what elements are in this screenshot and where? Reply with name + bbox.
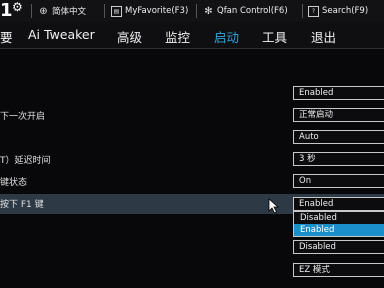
menu-main[interactable]: 要 bbox=[0, 27, 13, 46]
dropdown-menu: Disabled Enabled bbox=[293, 211, 384, 237]
setting-label: T）延迟时间 bbox=[0, 156, 51, 166]
search-button[interactable]: ? Search(F9) bbox=[308, 3, 368, 19]
divider bbox=[31, 4, 32, 18]
dropdown-option-enabled[interactable]: Enabled bbox=[294, 224, 384, 236]
menu-exit[interactable]: 退出 bbox=[311, 27, 336, 46]
setting-value[interactable]: Auto bbox=[293, 130, 384, 144]
setting-value[interactable]: 正常启动 bbox=[293, 108, 384, 122]
menu-monitor[interactable]: 监控 bbox=[165, 27, 190, 46]
qfan-control-button[interactable]: ✻ Qfan Control(F6) bbox=[203, 3, 288, 19]
favorite-icon: ▤ bbox=[111, 5, 122, 17]
setting-value[interactable]: On bbox=[293, 174, 384, 188]
setting-row[interactable]: Enabled bbox=[0, 84, 384, 104]
mouse-cursor-icon bbox=[268, 198, 280, 214]
qfan-control-label: Qfan Control(F6) bbox=[217, 6, 288, 16]
menu-boot[interactable]: 启动 bbox=[214, 27, 240, 51]
setting-value[interactable]: Enabled bbox=[293, 86, 384, 100]
search-icon: ? bbox=[308, 5, 319, 17]
globe-icon: ⊕ bbox=[39, 5, 48, 17]
setting-label: 按下 F1 键 bbox=[0, 200, 44, 210]
gear-icon[interactable]: ⚙ bbox=[12, 0, 23, 14]
setting-row[interactable]: 键状态 On bbox=[0, 172, 384, 192]
setting-row[interactable]: T）延迟时间 3 秒 bbox=[0, 150, 384, 170]
my-favorite-button[interactable]: ▤ MyFavorite(F3) bbox=[111, 3, 188, 19]
version-digit: 1 bbox=[0, 0, 13, 21]
dropdown-option-disabled[interactable]: Disabled bbox=[294, 212, 384, 224]
menu-tool[interactable]: 工具 bbox=[262, 27, 287, 46]
setting-label: 键状态 bbox=[0, 178, 28, 188]
setting-row[interactable]: 下一次开启 正常启动 bbox=[0, 106, 384, 126]
main-menu-bar: 要 Ai Tweaker 高级 监控 启动 工具 退出 bbox=[0, 22, 384, 51]
language-button[interactable]: ⊕ 简体中文 bbox=[38, 3, 86, 19]
setting-row[interactable]: EZ 模式 bbox=[0, 260, 384, 280]
settings-panel: Enabled 下一次开启 正常启动 Auto T）延迟时间 3 秒 键状态 O… bbox=[0, 49, 384, 288]
fan-icon: ✻ bbox=[204, 5, 213, 17]
setting-value[interactable]: Disabled bbox=[293, 240, 384, 254]
setting-label: 下一次开启 bbox=[0, 112, 46, 122]
divider bbox=[196, 4, 197, 18]
setting-row[interactable]: Auto bbox=[0, 128, 384, 148]
setting-row[interactable]: Disabled bbox=[0, 238, 384, 258]
menu-ai-tweaker[interactable]: Ai Tweaker bbox=[28, 27, 95, 42]
setting-value[interactable]: EZ 模式 bbox=[293, 263, 384, 277]
divider bbox=[104, 4, 105, 18]
menu-advanced[interactable]: 高级 bbox=[117, 27, 142, 46]
setting-value[interactable]: Enabled bbox=[293, 197, 384, 211]
divider bbox=[302, 4, 303, 18]
setting-value[interactable]: 3 秒 bbox=[293, 152, 384, 166]
language-label: 简体中文 bbox=[52, 7, 87, 17]
top-toolbar: 1 ⚙ ⊕ 简体中文 ▤ MyFavorite(F3) ✻ Qfan Contr… bbox=[0, 0, 384, 23]
my-favorite-label: MyFavorite(F3) bbox=[125, 6, 189, 16]
search-label: Search(F9) bbox=[322, 6, 369, 16]
